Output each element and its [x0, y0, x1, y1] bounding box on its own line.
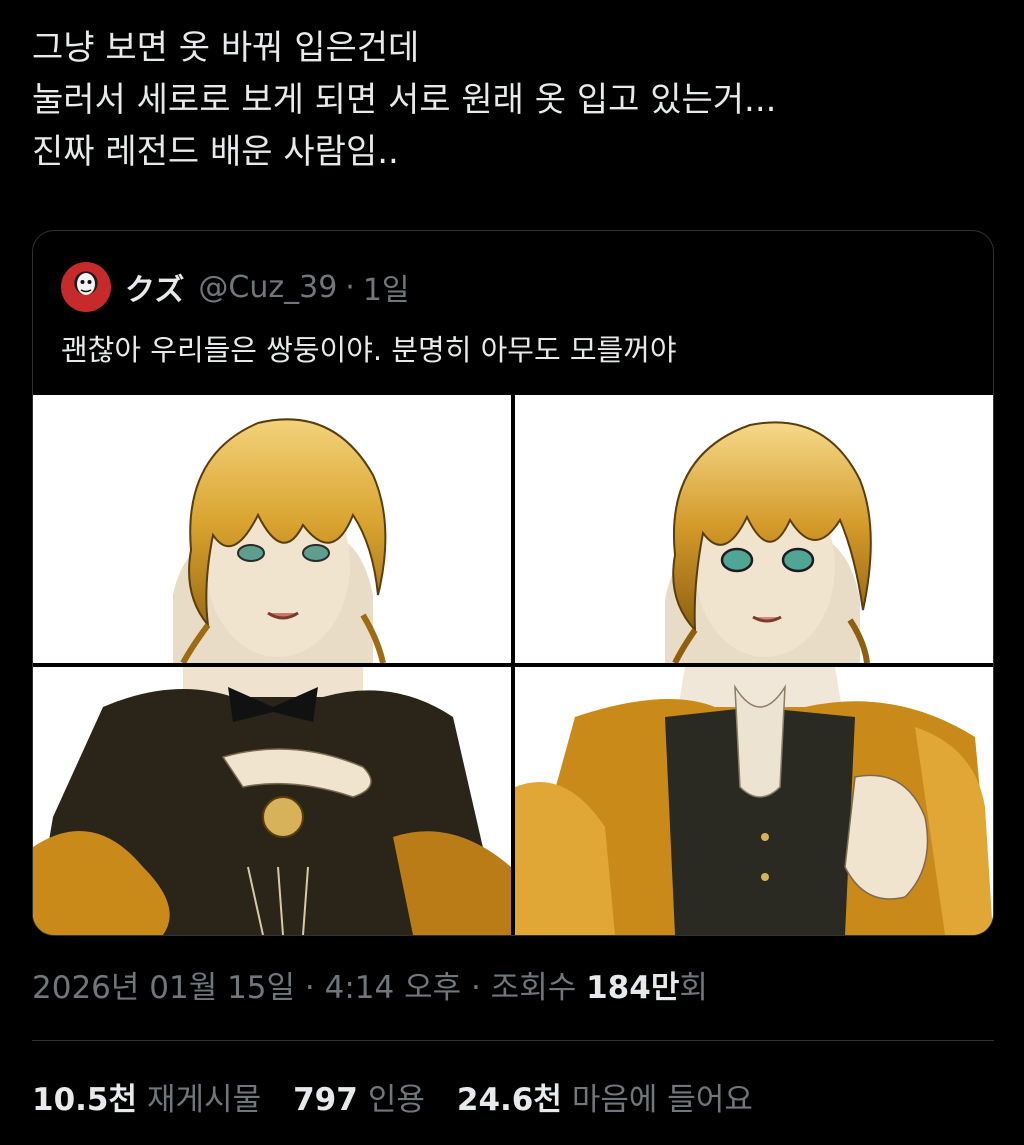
- quoted-author-name[interactable]: クズ: [125, 265, 184, 309]
- tweet-meta: 2026년 01월 15일 · 4:14 오후 · 조회수 184만회: [32, 962, 708, 1007]
- quoted-tweet-text: 괜찮아 우리들은 쌍둥이야. 분명히 아무도 모를꺼야: [61, 333, 677, 367]
- views-count: 184만: [586, 970, 680, 1006]
- illustration-body-right: [515, 667, 993, 935]
- engagement-stats: 10.5천 재게시물 797 인용 24.6천 마음에 들어요: [32, 1074, 753, 1119]
- image-top-left[interactable]: [33, 395, 511, 663]
- likes-count[interactable]: 24.6천: [457, 1074, 562, 1119]
- illustration-head-right: [665, 421, 872, 663]
- quoted-tweet-header: クズ @Cuz_39 · 1일: [61, 261, 410, 313]
- media-grid: [33, 395, 993, 935]
- avatar-mask-icon: [77, 273, 95, 295]
- quoted-tweet-time[interactable]: 1일: [363, 265, 410, 309]
- reposts-label[interactable]: 재게시물: [147, 1074, 261, 1119]
- views-suffix: 회: [679, 970, 708, 1006]
- quoted-author-handle[interactable]: @Cuz_39: [198, 270, 337, 305]
- avatar[interactable]: [61, 262, 111, 312]
- image-top-right[interactable]: [515, 395, 993, 663]
- tweet-text-line-2: 눌러서 세로로 보게 되면 서로 원래 옷 입고 있는거...: [32, 80, 777, 120]
- separator-dot: ·: [345, 269, 355, 305]
- tweet-text-line-3: 진짜 레전드 배운 사람임..: [32, 132, 399, 172]
- image-bottom-left[interactable]: [33, 667, 511, 935]
- quoted-tweet-card[interactable]: クズ @Cuz_39 · 1일 괜찮아 우리들은 쌍둥이야. 분명히 아무도 모…: [32, 230, 994, 936]
- illustration-body-left: [33, 667, 511, 935]
- quotes-label[interactable]: 인용: [368, 1074, 425, 1119]
- likes-label[interactable]: 마음에 들어요: [572, 1074, 753, 1119]
- illustration-head-left: [173, 418, 387, 663]
- image-bottom-right[interactable]: [515, 667, 993, 935]
- tweet-text-line-1: 그냥 보면 옷 바꿔 입은건데: [32, 28, 420, 68]
- quotes-count[interactable]: 797: [293, 1082, 358, 1118]
- tweet-datetime[interactable]: 2026년 01월 15일 · 4:14 오후 · 조회수: [32, 970, 586, 1006]
- tweet-text: 그냥 보면 옷 바꿔 입은건데 눌러서 세로로 보게 되면 서로 원래 옷 입고…: [32, 22, 992, 178]
- divider: [32, 1040, 994, 1041]
- reposts-count[interactable]: 10.5천: [32, 1074, 137, 1119]
